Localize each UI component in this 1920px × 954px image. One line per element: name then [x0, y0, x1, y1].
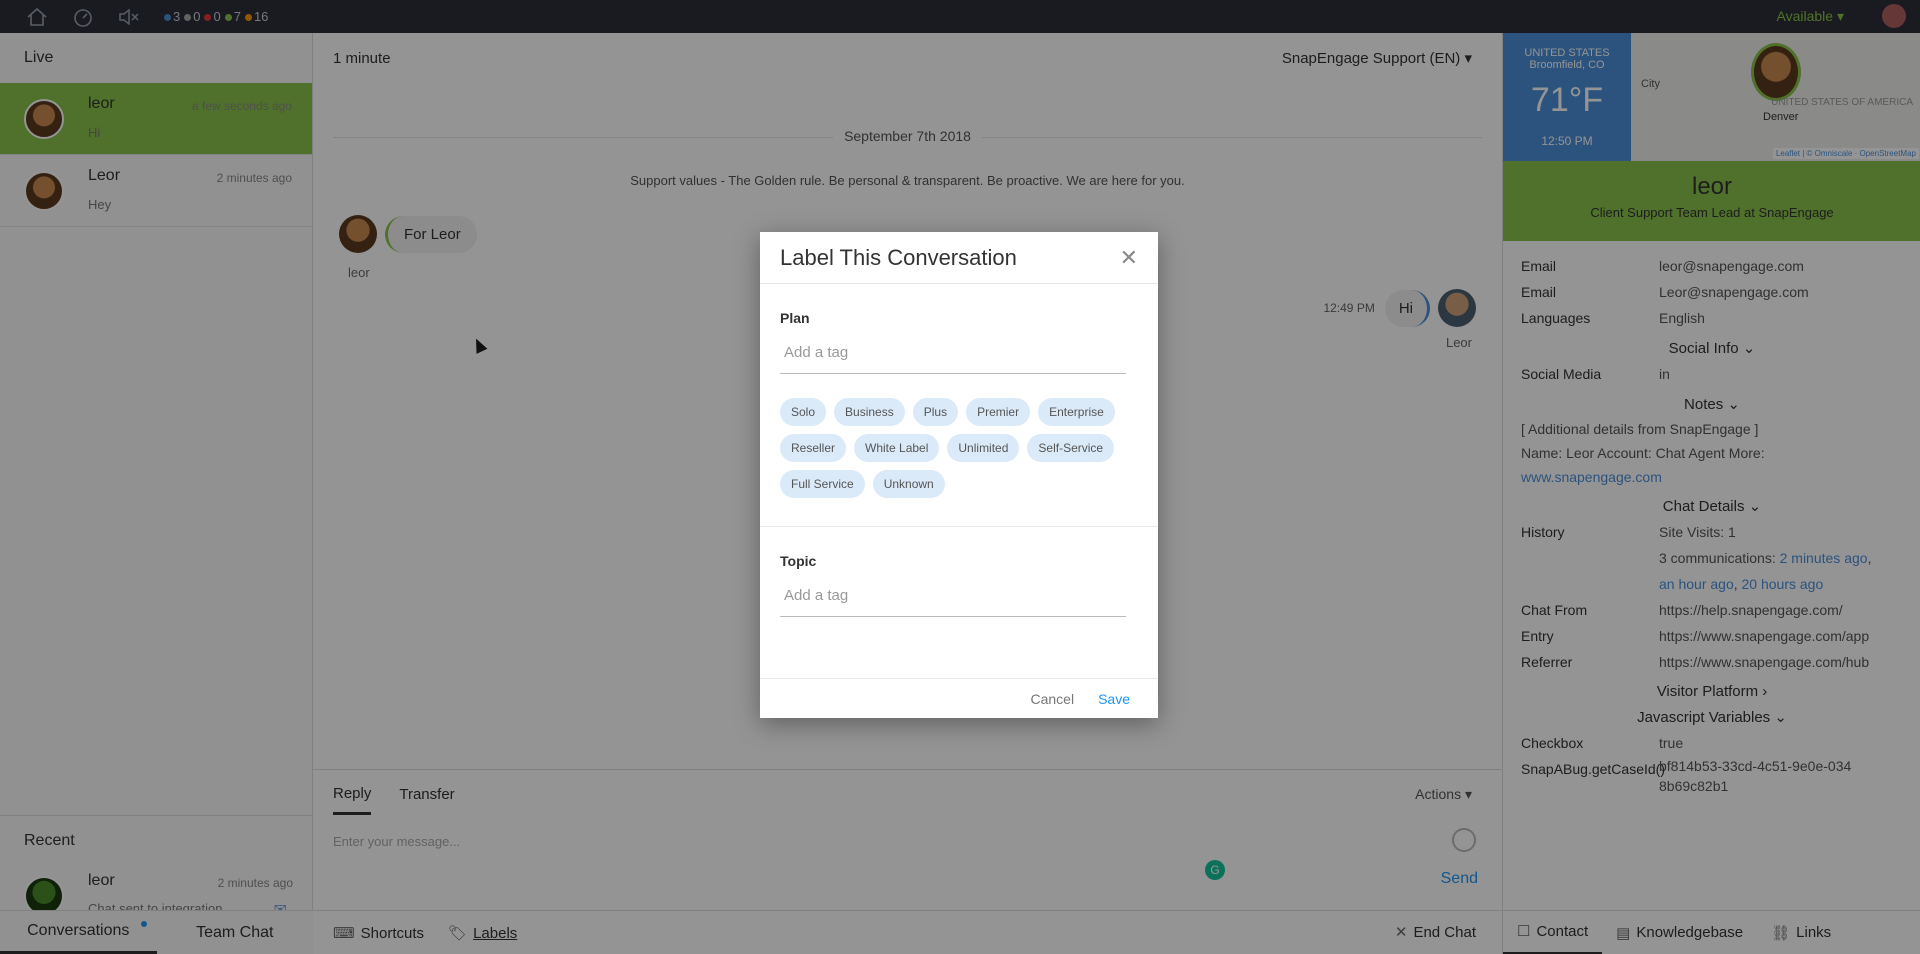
plan-tag-chip[interactable]: White Label — [854, 434, 940, 462]
close-icon[interactable]: ✕ — [1120, 245, 1138, 271]
dialog-title: Label This Conversation — [780, 244, 1017, 270]
plan-tag-input[interactable]: Add a tag — [780, 344, 1126, 374]
label-conversation-dialog: Label This Conversation ✕ Plan Add a tag… — [760, 232, 1158, 718]
plan-tag-chip[interactable]: Premier — [966, 398, 1031, 426]
plan-tag-chip[interactable]: Business — [834, 398, 905, 426]
plan-tag-chip[interactable]: Unknown — [872, 470, 945, 498]
plan-section: Plan Add a tag Solo Business Plus Premier En… — [760, 310, 1158, 498]
topic-section: Topic Add a tag — [760, 553, 1158, 617]
topic-tag-input[interactable]: Add a tag — [780, 587, 1126, 617]
plan-tag-chip[interactable]: Self-Service — [1027, 434, 1115, 462]
plan-tag-chip[interactable]: Plus — [912, 398, 959, 426]
divider — [760, 526, 1158, 527]
plan-label: Plan — [780, 310, 810, 326]
plan-tag-chip[interactable]: Enterprise — [1038, 398, 1115, 426]
plan-tag-chip[interactable]: Full Service — [780, 470, 865, 498]
dialog-header: Label This Conversation ✕ — [760, 232, 1158, 284]
save-button[interactable]: Save — [1098, 691, 1130, 707]
plan-tag-chip[interactable]: Solo — [780, 398, 827, 426]
plan-tag-chip[interactable]: Unlimited — [947, 434, 1020, 462]
plan-tag-chip[interactable]: Reseller — [780, 434, 847, 462]
plan-tag-list: Solo Business Plus Premier Enterprise Reselle… — [780, 398, 1140, 498]
topic-label: Topic — [780, 553, 817, 569]
cancel-button[interactable]: Cancel — [1030, 691, 1074, 707]
dialog-footer: Cancel Save — [760, 678, 1158, 718]
